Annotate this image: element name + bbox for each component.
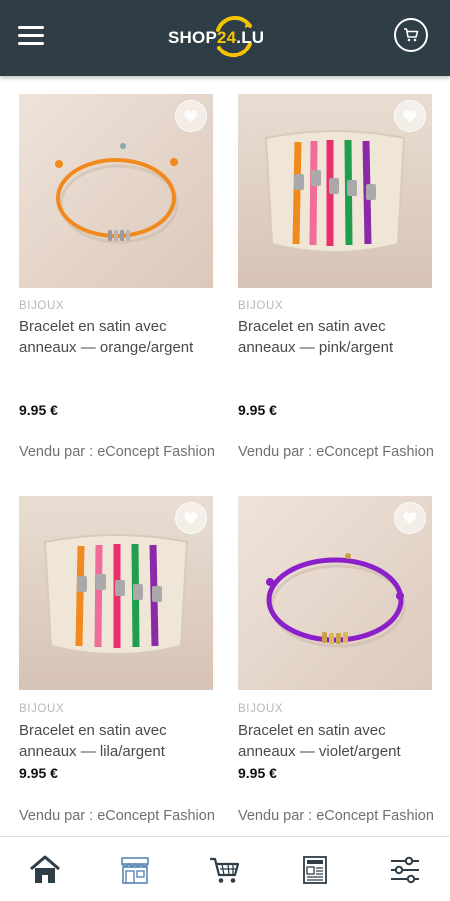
favorite-button[interactable] xyxy=(394,502,426,534)
shop24-logo[interactable]: SHOP24.LU xyxy=(168,14,282,60)
nav-news[interactable] xyxy=(298,855,334,887)
top-app-bar: SHOP24.LU xyxy=(0,0,450,76)
store-icon xyxy=(121,857,149,884)
product-category: BIJOUX xyxy=(238,300,284,312)
product-image[interactable] xyxy=(19,94,213,288)
product-title[interactable]: Bracelet en satin avec anneaux — orange/… xyxy=(19,316,215,358)
product-price: 9.95 € xyxy=(238,402,277,418)
favorite-button[interactable] xyxy=(175,100,207,132)
product-category: BIJOUX xyxy=(238,703,284,715)
product-seller[interactable]: Vendu par : eConcept Fashion xyxy=(19,440,215,464)
nav-stores[interactable] xyxy=(118,855,154,887)
logo-text: SHOP24.LU xyxy=(168,28,265,47)
product-seller[interactable]: Vendu par : eConcept Fashion xyxy=(238,440,434,464)
favorite-button[interactable] xyxy=(175,502,207,534)
product-image[interactable] xyxy=(238,496,432,690)
product-category: BIJOUX xyxy=(19,703,65,715)
news-icon xyxy=(303,856,327,884)
product-price: 9.95 € xyxy=(19,402,58,418)
heart-icon xyxy=(184,512,198,524)
product-title[interactable]: Bracelet en satin avec anneaux — pink/ar… xyxy=(238,316,434,358)
nav-cart[interactable] xyxy=(208,855,244,887)
header-cart-button[interactable] xyxy=(394,18,428,52)
product-title[interactable]: Bracelet en satin avec anneaux — violet/… xyxy=(238,720,434,762)
product-image[interactable] xyxy=(19,496,213,690)
product-category: BIJOUX xyxy=(19,300,65,312)
product-price: 9.95 € xyxy=(19,765,58,781)
product-seller[interactable]: Vendu par : eConcept Fashion xyxy=(19,804,215,828)
menu-icon[interactable] xyxy=(18,24,46,48)
product-grid: BIJOUX Bracelet en satin avec anneaux — … xyxy=(0,76,450,836)
product-price: 9.95 € xyxy=(238,765,277,781)
filter-icon xyxy=(391,856,419,884)
bottom-navigation xyxy=(0,836,450,901)
home-icon xyxy=(30,855,60,883)
heart-icon xyxy=(403,110,417,122)
heart-icon xyxy=(403,512,417,524)
heart-icon xyxy=(184,110,198,122)
product-seller[interactable]: Vendu par : eConcept Fashion xyxy=(238,804,434,828)
nav-home[interactable] xyxy=(28,855,64,887)
nav-filters[interactable] xyxy=(388,855,424,887)
product-title[interactable]: Bracelet en satin avec anneaux — lila/ar… xyxy=(19,720,215,762)
cart-icon xyxy=(210,857,240,883)
cart-icon xyxy=(404,28,419,42)
product-image[interactable] xyxy=(238,94,432,288)
favorite-button[interactable] xyxy=(394,100,426,132)
